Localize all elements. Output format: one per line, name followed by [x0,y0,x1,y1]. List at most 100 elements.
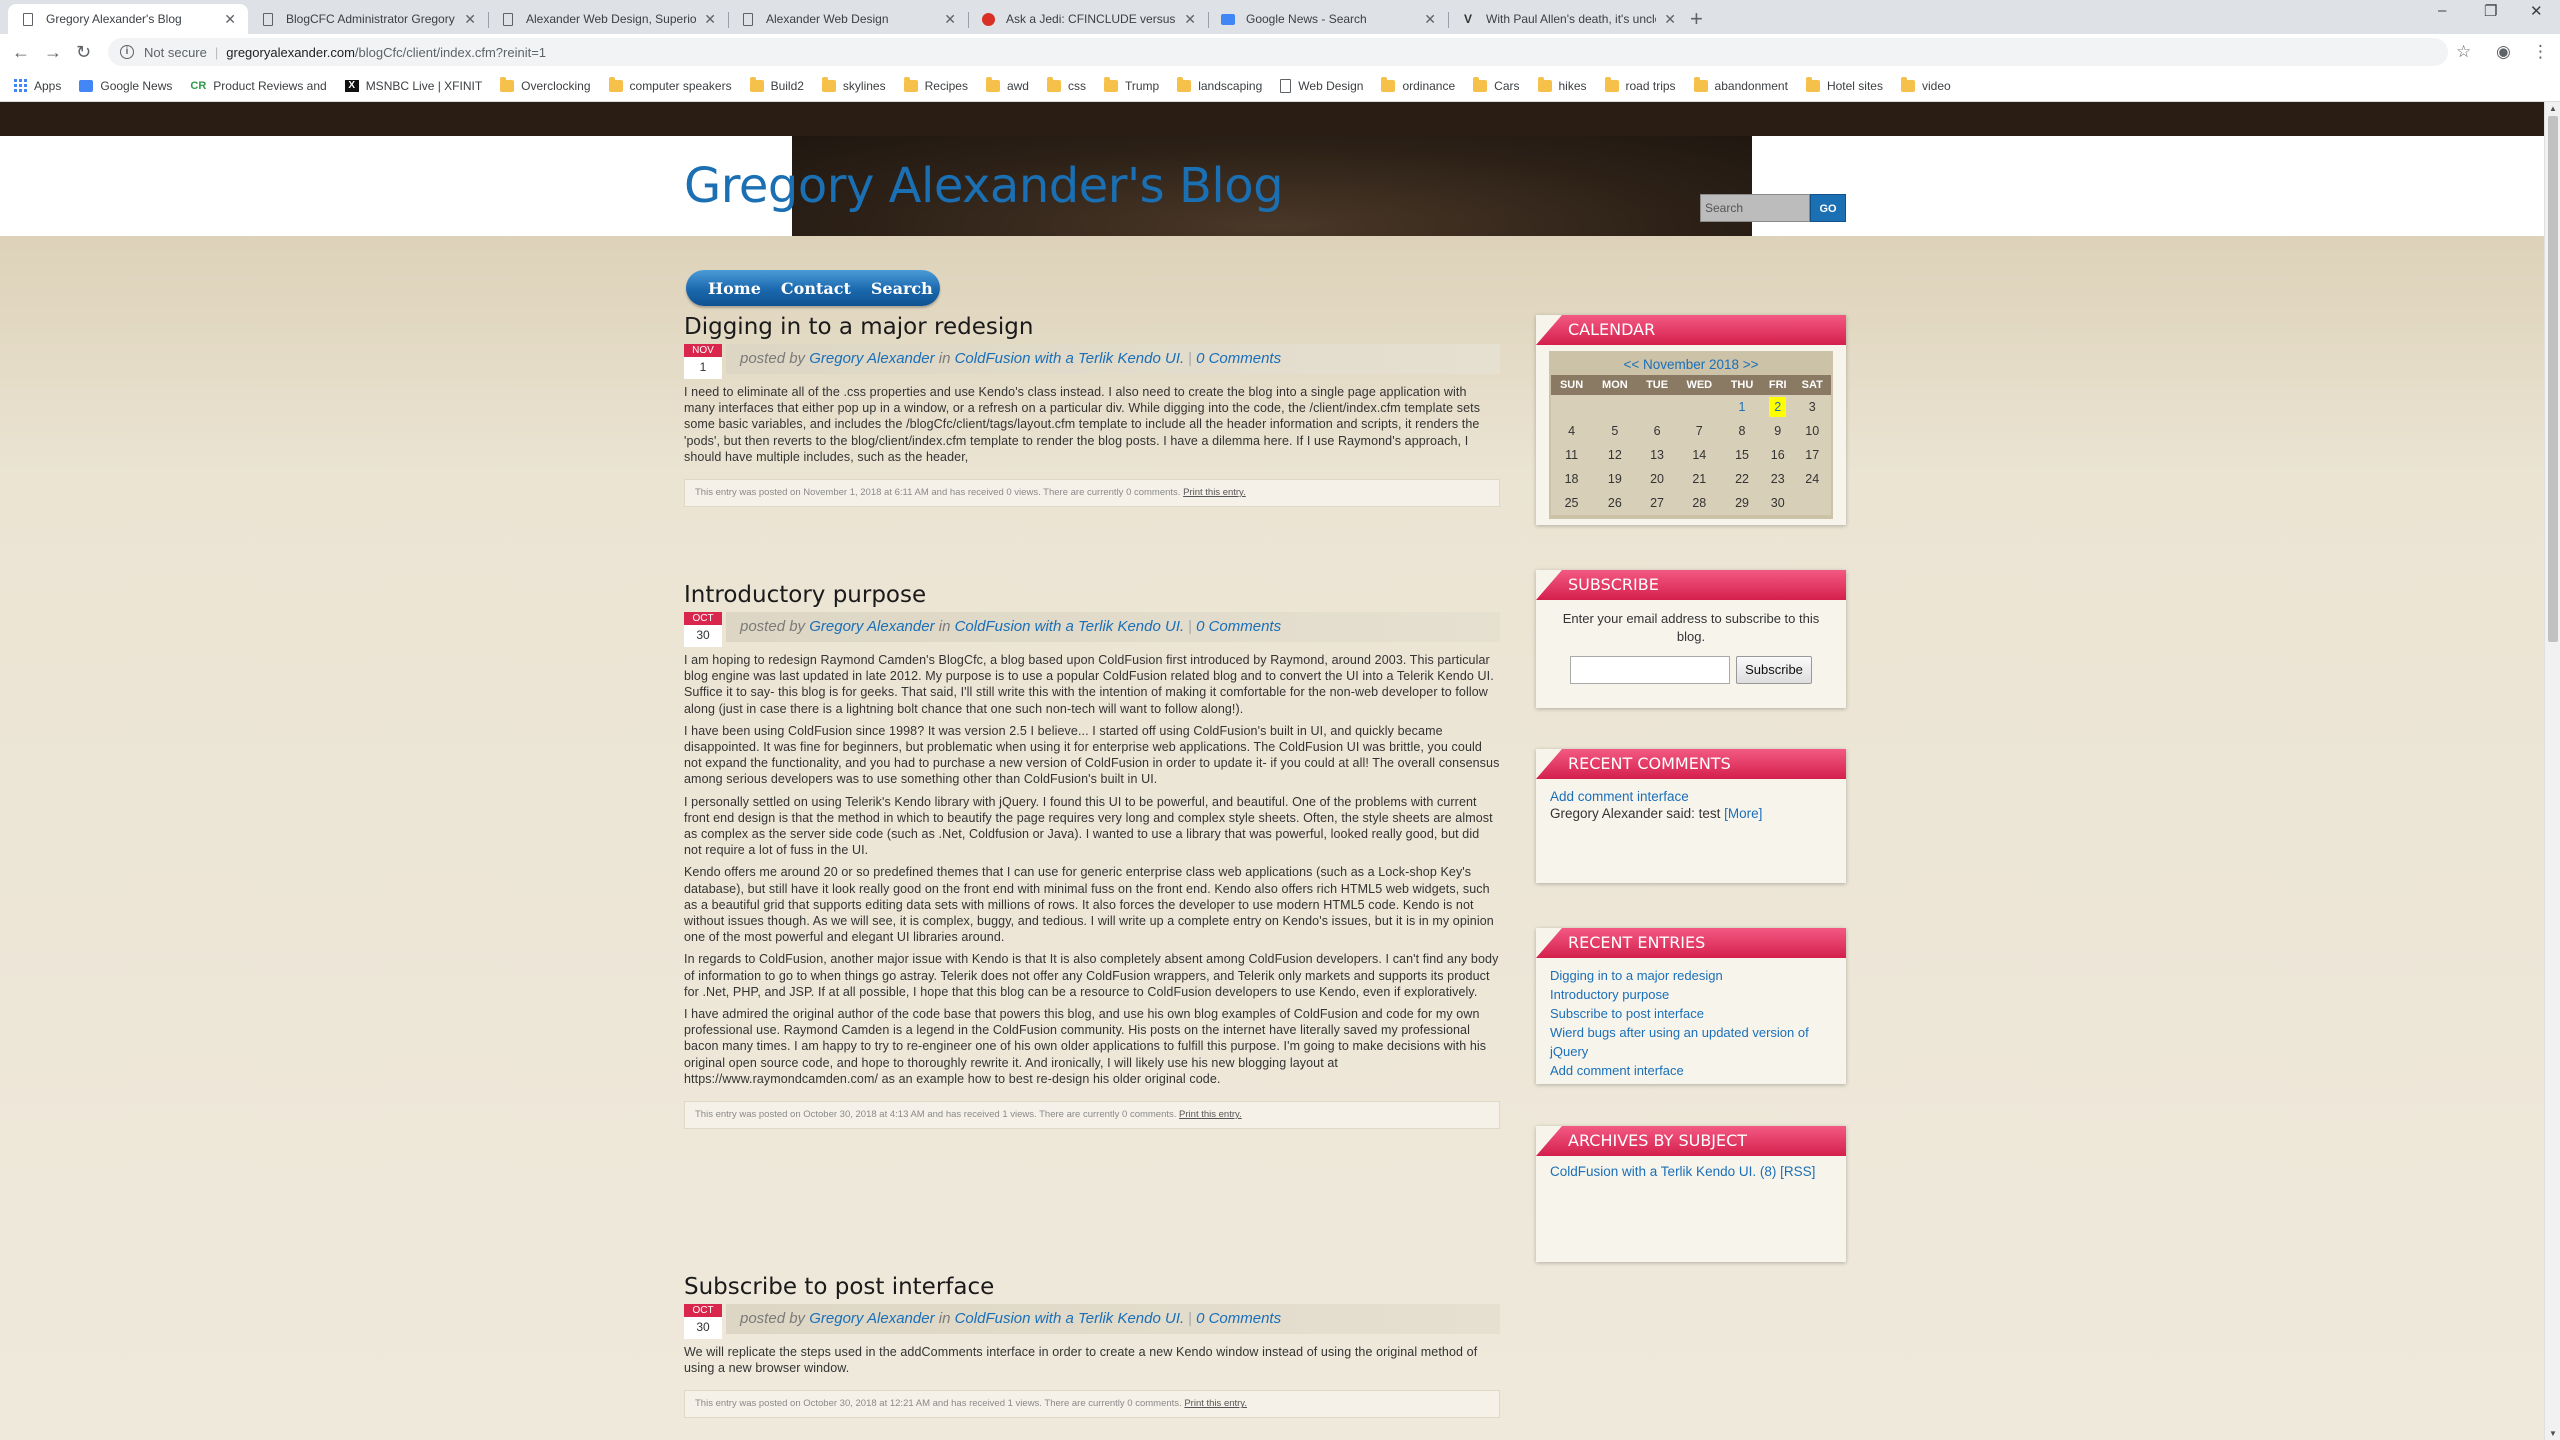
bookmark-item[interactable]: Web Design [1280,78,1363,93]
info-icon[interactable]: i [120,45,134,59]
browser-tab[interactable]: V With Paul Allen's death, it's uncle ✕ [1448,4,1688,34]
bookmark-item[interactable]: skylines [821,76,886,93]
calendar-nav[interactable]: << November 2018 >> [1551,355,1831,375]
calendar-day[interactable]: 2 [1762,395,1794,419]
new-tab-button[interactable]: + [1690,6,1703,32]
post-title[interactable]: Subscribe to post interface [684,1272,1500,1302]
folder-icon [608,76,623,92]
bookmark-item[interactable]: hikes [1537,76,1587,93]
recent-entry-link[interactable]: Digging in to a major redesign [1550,966,1832,985]
calendar-day [1676,395,1722,419]
archive-link[interactable]: ColdFusion with a Terlik Kendo UI. (8) [1550,1164,1776,1179]
print-entry-link[interactable]: Print this entry. [1183,487,1246,498]
menu-home[interactable]: Home [698,279,771,298]
browser-tab[interactable]: Alexander Web Design ✕ [728,4,968,34]
blog-title[interactable]: Gregory Alexander's Blog [684,158,1284,214]
post-title[interactable]: Digging in to a major redesign [684,312,1500,342]
category-link[interactable]: ColdFusion with a Terlik Kendo UI. [955,618,1185,635]
tab-close-icon[interactable]: ✕ [704,11,716,28]
tab-close-icon[interactable]: ✕ [1664,11,1676,28]
restore-button[interactable]: ❐ [2484,2,2497,20]
calendar-day-header: WED [1676,375,1722,395]
site-search-go-button[interactable]: GO [1810,194,1846,222]
tab-title: Alexander Web Design, Superior [526,12,697,26]
calendar-today[interactable]: 2 [1769,397,1787,417]
recent-entry-link[interactable]: Wierd bugs after using an updated versio… [1550,1023,1832,1061]
comments-link[interactable]: 0 Comments [1196,350,1281,367]
bookmark-item[interactable]: Recipes [903,76,968,93]
author-link[interactable]: Gregory Alexander [809,350,934,367]
recent-entry-link[interactable]: Introductory purpose [1550,985,1832,1004]
scroll-thumb[interactable] [2548,116,2558,642]
bookmark-item[interactable]: road trips [1604,76,1676,93]
tab-separator [1208,12,1209,28]
post-title[interactable]: Introductory purpose [684,580,1500,610]
bookmark-item[interactable]: computer speakers [608,76,732,93]
browser-tab[interactable]: Google News - Search ✕ [1208,4,1448,34]
browser-tab[interactable]: Ask a Jedi: CFINCLUDE versus CF ✕ [968,4,1208,34]
bookmark-item[interactable]: Cars [1473,76,1520,93]
bookmark-item[interactable]: Apps [14,79,61,93]
minimize-button[interactable]: – [2438,2,2446,19]
bookmark-item[interactable]: awd [985,76,1029,93]
category-link[interactable]: ColdFusion with a Terlik Kendo UI. [955,1310,1185,1327]
scroll-up-arrow-icon[interactable]: ▲ [2549,104,2557,113]
category-link[interactable]: ColdFusion with a Terlik Kendo UI. [955,350,1185,367]
recent-comment-link[interactable]: Add comment interface [1550,789,1832,804]
calendar-day: 28 [1676,491,1722,515]
tab-close-icon[interactable]: ✕ [944,11,956,28]
recent-comment-more-link[interactable]: [More] [1724,806,1762,821]
print-entry-link[interactable]: Print this entry. [1184,1398,1247,1409]
bookmark-item[interactable]: X MSNBC Live | XFINIT [344,79,482,93]
byline-separator: | [1188,350,1193,367]
address-bar[interactable]: i Not secure | gregoryalexander.com /blo… [108,38,2448,66]
reload-button[interactable]: ↻ [76,42,91,63]
page-scrollbar[interactable]: ▲ ▼ [2544,102,2560,1440]
bookmark-item[interactable]: Hotel sites [1805,76,1883,93]
subscribe-email-input[interactable] [1570,656,1731,684]
bookmark-item[interactable]: video [1900,76,1951,93]
bookmark-star-icon[interactable]: ☆ [2456,42,2471,62]
calendar-day: 15 [1722,443,1763,467]
menu-contact[interactable]: Contact [771,279,861,298]
comments-link[interactable]: 0 Comments [1196,618,1281,635]
close-window-button[interactable]: ✕ [2530,2,2543,20]
menu-search[interactable]: Search [861,279,943,298]
subscribe-button[interactable]: Subscribe [1736,656,1812,684]
tab-close-icon[interactable]: ✕ [1184,11,1196,28]
browser-tab[interactable]: Alexander Web Design, Superior ✕ [488,4,728,34]
tab-close-icon[interactable]: ✕ [464,11,476,28]
recent-entry-link[interactable]: Add comment interface [1550,1061,1832,1080]
browser-tab[interactable]: BlogCFC Administrator Gregory A ✕ [248,4,488,34]
bookmark-item[interactable]: Google News [79,79,172,93]
back-button[interactable]: ← [12,42,30,63]
bookmark-item[interactable]: Build2 [749,76,804,93]
chrome-menu-icon[interactable]: ⋮ [2532,42,2549,62]
google-news-icon [1220,11,1236,27]
recent-entry-link[interactable]: Subscribe to post interface [1550,1004,1832,1023]
author-link[interactable]: Gregory Alexander [809,618,934,635]
comments-link[interactable]: 0 Comments [1196,1310,1281,1327]
print-entry-link[interactable]: Print this entry. [1179,1109,1242,1120]
folder-icon [500,76,515,92]
author-link[interactable]: Gregory Alexander [809,1310,934,1327]
bookmarks-bar: Apps Google News CR Product Reviews and X MSN… [0,70,2560,102]
account-icon[interactable]: ◉ [2496,42,2511,62]
folder-icon [1693,76,1708,92]
bookmark-item[interactable]: Trump [1103,76,1159,93]
tab-close-icon[interactable]: ✕ [224,11,236,28]
calendar-day[interactable]: 1 [1722,395,1763,419]
bookmark-item[interactable]: css [1046,76,1086,93]
bookmark-item[interactable]: ordinance [1381,76,1455,93]
forward-button[interactable]: → [44,42,62,63]
tab-close-icon[interactable]: ✕ [1424,11,1436,28]
bookmark-item[interactable]: Overclocking [500,76,591,93]
post-footer: This entry was posted on October 30, 201… [684,1390,1500,1419]
scroll-down-arrow-icon[interactable]: ▼ [2549,1429,2557,1438]
site-search-input[interactable]: Search [1700,194,1810,222]
bookmark-item[interactable]: abandonment [1693,76,1788,93]
bookmark-item[interactable]: landscaping [1177,76,1262,93]
browser-tab[interactable]: Gregory Alexander's Blog ✕ [8,4,248,34]
archive-rss-link[interactable]: [RSS] [1780,1164,1815,1179]
bookmark-item[interactable]: CR Product Reviews and [190,79,326,93]
